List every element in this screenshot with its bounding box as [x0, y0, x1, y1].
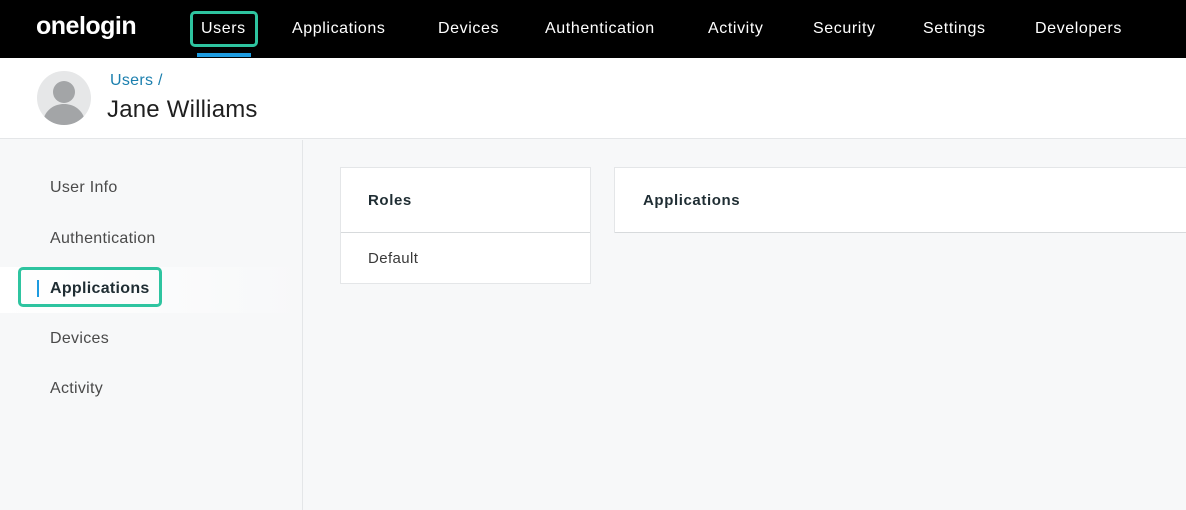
- roles-divider: [341, 232, 590, 233]
- nav-settings[interactable]: Settings: [923, 0, 986, 58]
- roles-title: Roles: [368, 192, 412, 209]
- nav-applications[interactable]: Applications: [292, 0, 385, 58]
- nav-security[interactable]: Security: [813, 0, 876, 58]
- breadcrumb-users-link[interactable]: Users /: [110, 72, 163, 90]
- nav-activity[interactable]: Activity: [708, 0, 763, 58]
- onelogin-logo[interactable]: onelogin: [36, 12, 137, 41]
- user-silhouette-icon: [37, 71, 91, 125]
- page-header: Users / Jane Williams: [0, 58, 1186, 139]
- nav-developers[interactable]: Developers: [1035, 0, 1122, 58]
- role-item-default[interactable]: Default: [368, 250, 418, 267]
- nav-users[interactable]: Users: [201, 0, 246, 58]
- nav-devices[interactable]: Devices: [438, 0, 499, 58]
- sidebar-item-devices[interactable]: Devices: [50, 330, 109, 348]
- nav-authentication[interactable]: Authentication: [545, 0, 655, 58]
- roles-panel: Roles Default: [340, 167, 591, 284]
- applications-highlight-box: [18, 267, 162, 307]
- applications-panel: Applications: [614, 167, 1186, 233]
- page-title: Jane Williams: [107, 96, 258, 123]
- sidebar-item-authentication[interactable]: Authentication: [50, 230, 156, 248]
- top-nav: onelogin Users Applications Devices Auth…: [0, 0, 1186, 58]
- sidebar-item-activity[interactable]: Activity: [50, 380, 103, 398]
- sidebar: User Info Authentication Applications De…: [0, 140, 303, 510]
- sidebar-item-user-info[interactable]: User Info: [50, 179, 118, 197]
- applications-panel-title: Applications: [643, 192, 741, 209]
- applications-divider: [615, 232, 1186, 233]
